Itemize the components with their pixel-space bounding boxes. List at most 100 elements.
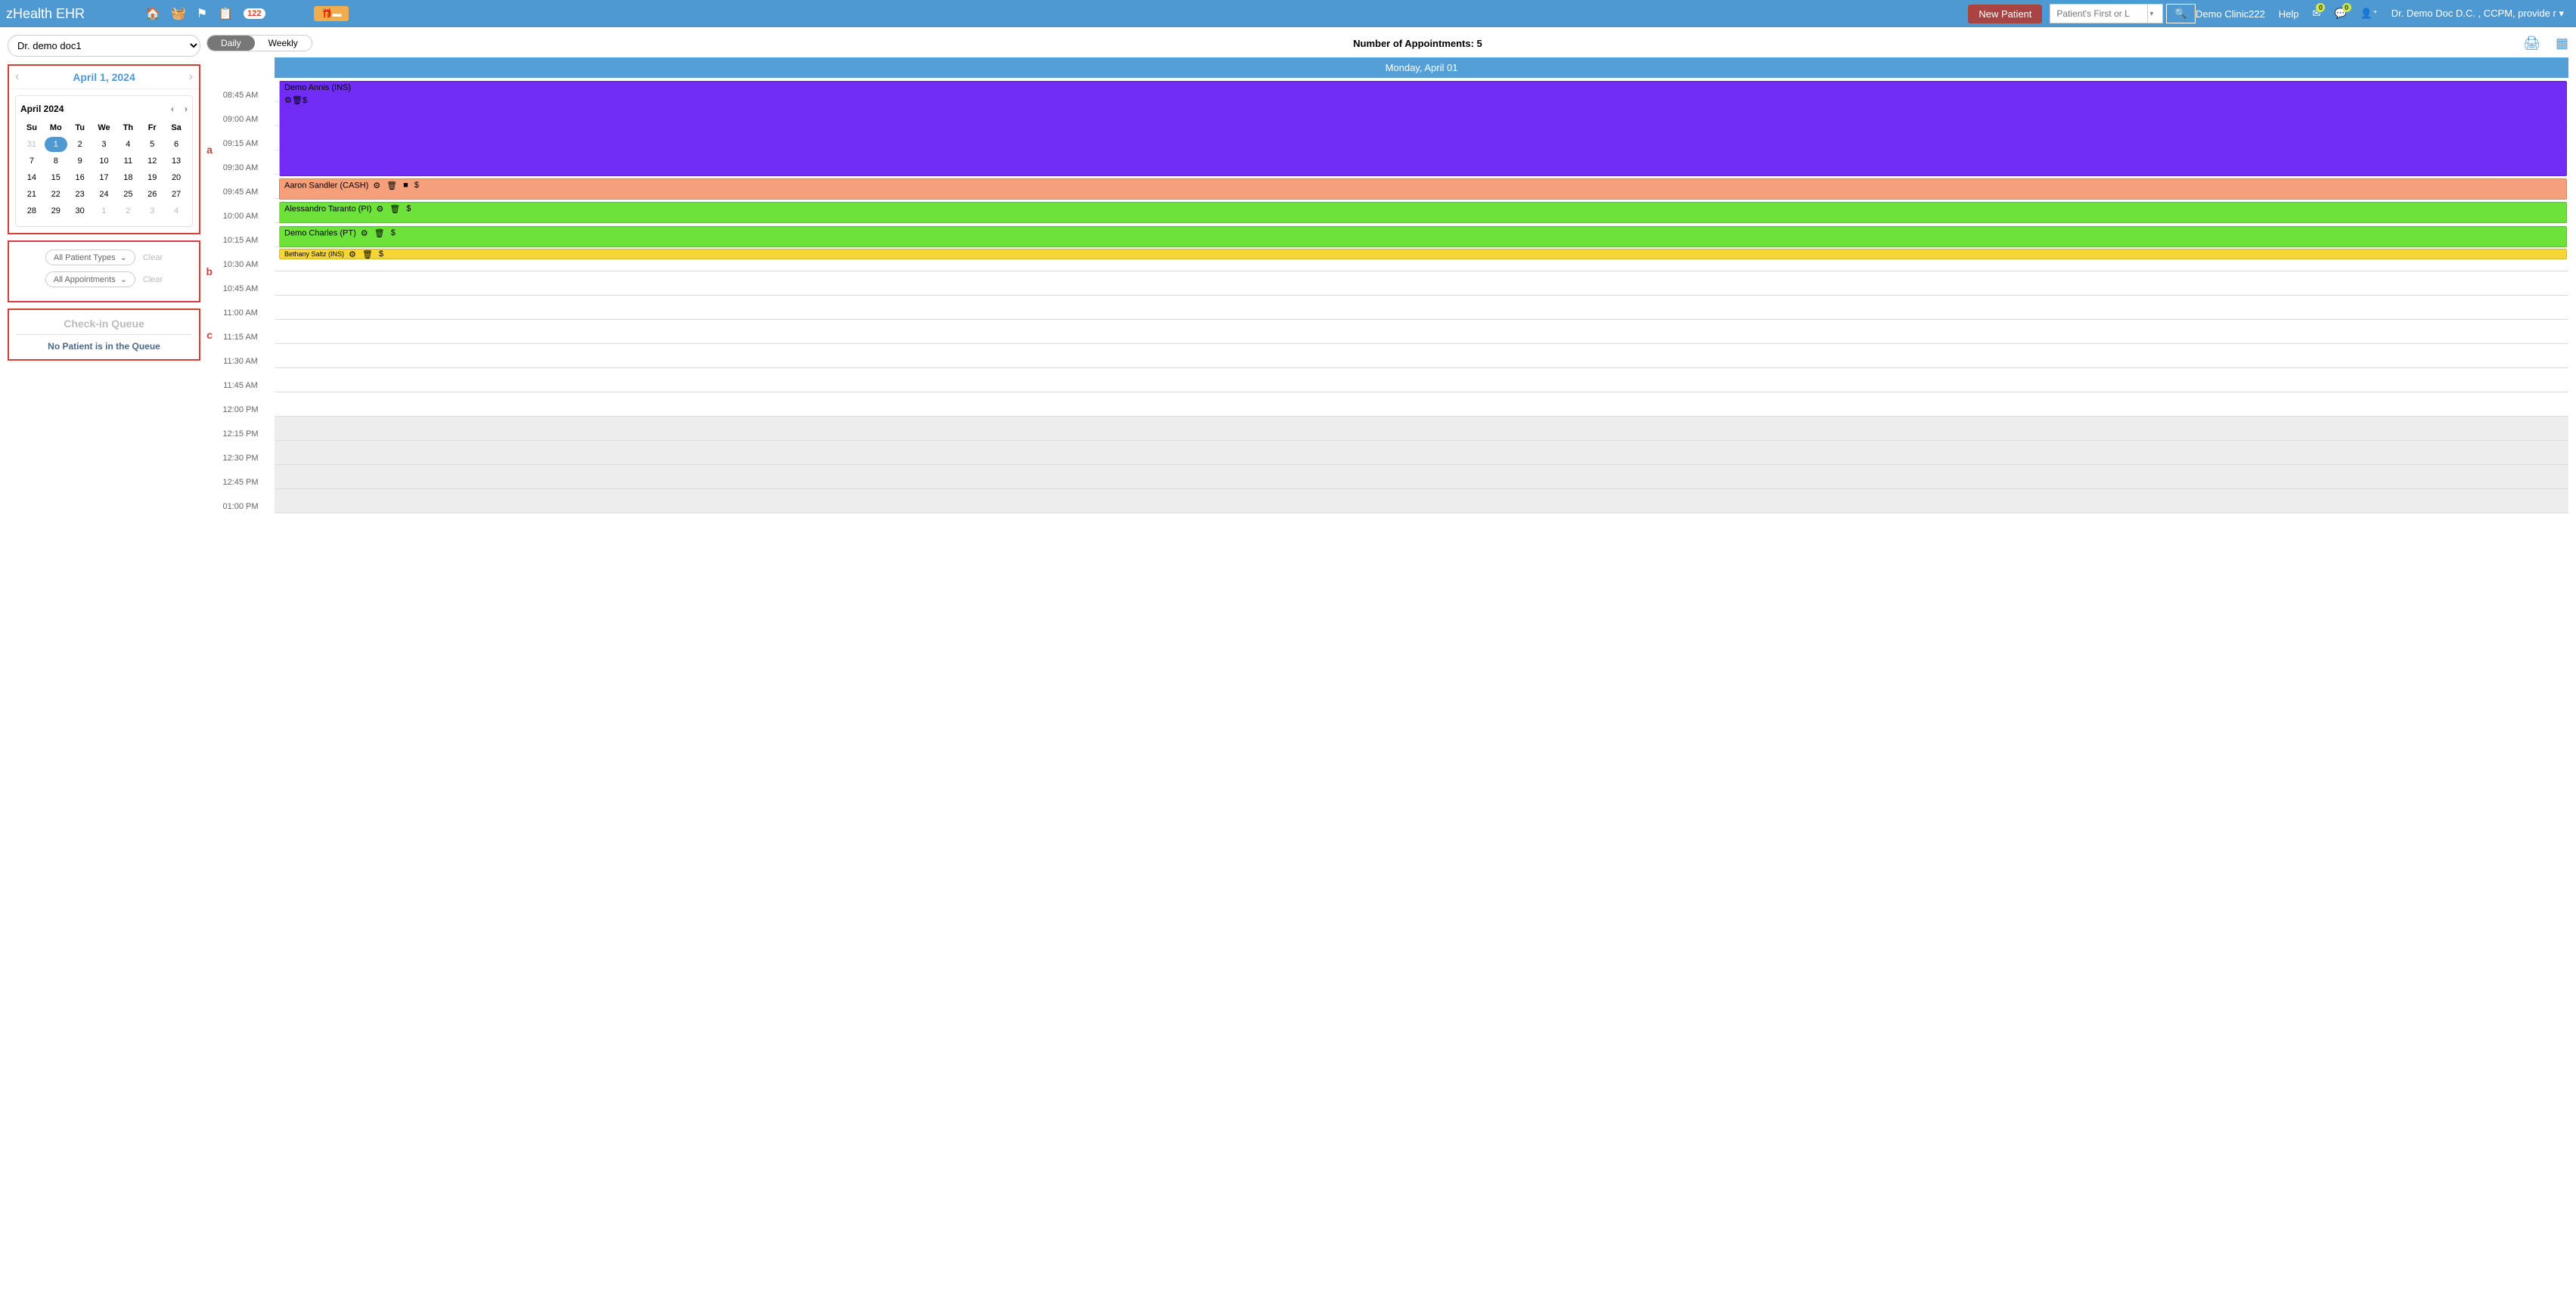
cal-day[interactable]: 3 xyxy=(141,203,163,218)
next-day-icon[interactable]: › xyxy=(189,70,193,84)
trash-icon[interactable]: 🗑 xyxy=(386,181,397,191)
patient-search-input[interactable] xyxy=(2050,4,2148,23)
gear-icon[interactable]: ⚙ xyxy=(361,228,368,238)
add-user-icon[interactable]: 👤⁺ xyxy=(2360,8,2378,20)
cal-day[interactable]: 4 xyxy=(165,203,188,218)
grid-line[interactable] xyxy=(275,465,2568,489)
cal-day[interactable]: 20 xyxy=(165,170,188,185)
cal-day[interactable]: 14 xyxy=(20,170,43,185)
gear-icon[interactable]: ⚙ xyxy=(373,181,380,191)
cal-day[interactable]: 16 xyxy=(69,170,92,185)
cal-day[interactable]: 2 xyxy=(116,203,139,218)
doctor-select[interactable]: Dr. demo doc1 xyxy=(8,35,200,57)
cal-day[interactable]: 24 xyxy=(93,187,116,202)
grid-line[interactable] xyxy=(275,271,2568,296)
cal-dow: We xyxy=(93,120,116,135)
cal-day[interactable]: 19 xyxy=(141,170,163,185)
clear-appointment[interactable]: Clear xyxy=(143,275,163,284)
grid-line[interactable] xyxy=(275,320,2568,344)
dollar-icon[interactable]: $ xyxy=(406,204,411,214)
new-patient-button[interactable]: New Patient xyxy=(1968,5,2042,23)
appointment-block[interactable]: Demo Annis (INS) ⚙🗑$ xyxy=(279,81,2567,176)
daily-toggle[interactable]: Daily xyxy=(207,36,255,51)
cal-day[interactable]: 25 xyxy=(116,187,139,202)
help-link[interactable]: Help xyxy=(2279,8,2299,20)
grid-line[interactable] xyxy=(275,417,2568,441)
calendar-month-label: April 2024 xyxy=(20,104,64,114)
cal-day[interactable]: 29 xyxy=(45,203,67,218)
print-icon[interactable]: 🖨 xyxy=(2523,36,2540,51)
cal-day[interactable]: 10 xyxy=(93,153,116,169)
dollar-icon[interactable]: $ xyxy=(379,249,383,259)
appointment-block[interactable]: Demo Charles (PT)⚙🗑$ xyxy=(279,226,2567,247)
basket-icon[interactable]: 🧺 xyxy=(171,6,186,21)
cal-day[interactable]: 11 xyxy=(116,153,139,169)
chat-icon[interactable]: 💬0 xyxy=(2334,8,2346,20)
cal-day[interactable]: 18 xyxy=(116,170,139,185)
cal-day[interactable]: 28 xyxy=(20,203,43,218)
grid-line[interactable] xyxy=(275,392,2568,417)
cal-day[interactable]: 17 xyxy=(93,170,116,185)
dollar-icon[interactable]: $ xyxy=(303,96,307,105)
grid-line[interactable] xyxy=(275,441,2568,465)
appointment-block[interactable]: Aaron Sandler (CASH)⚙🗑■$ xyxy=(279,178,2567,200)
grid-line[interactable] xyxy=(275,368,2568,392)
cal-day[interactable]: 2 xyxy=(69,137,92,152)
cal-day[interactable]: 7 xyxy=(20,153,43,169)
cal-day[interactable]: 1 xyxy=(93,203,116,218)
cal-day[interactable]: 8 xyxy=(45,153,67,169)
gift-button[interactable]: 🎁▬ xyxy=(314,6,349,21)
mail-icon[interactable]: ✉0 xyxy=(2313,8,2321,20)
grid-line[interactable] xyxy=(275,296,2568,320)
prev-day-icon[interactable]: ‹ xyxy=(15,70,19,84)
cal-day[interactable]: 22 xyxy=(45,187,67,202)
grid-view-icon[interactable]: ▦ xyxy=(2556,36,2568,51)
video-icon[interactable]: ■ xyxy=(403,181,408,191)
clipboard-icon[interactable]: 📋 xyxy=(218,6,233,21)
cal-day[interactable]: 21 xyxy=(20,187,43,202)
cal-day[interactable]: 3 xyxy=(93,137,116,152)
gear-icon[interactable]: ⚙ xyxy=(284,96,292,105)
flag-icon[interactable]: ⚑ xyxy=(197,6,207,21)
dollar-icon[interactable]: $ xyxy=(391,228,396,238)
appointment-block[interactable]: Alessandro Taranto (PI)⚙🗑$ xyxy=(279,202,2567,223)
notification-badge[interactable]: 122 xyxy=(244,8,265,19)
trash-icon[interactable]: 🗑 xyxy=(292,96,303,105)
cal-day[interactable]: 12 xyxy=(141,153,163,169)
cal-day[interactable]: 6 xyxy=(165,137,188,152)
appointment-block[interactable]: Bethany Saltz (INS) ⚙ 🗑 $ xyxy=(279,249,2567,259)
appointment-filter[interactable]: All Appointments⌄ xyxy=(45,271,135,287)
cal-day[interactable]: 9 xyxy=(69,153,92,169)
trash-icon[interactable]: 🗑 xyxy=(362,249,373,259)
user-menu[interactable]: Dr. Demo Doc D.C. , CCPM, provide r ▾ xyxy=(2391,8,2564,20)
grid-line[interactable] xyxy=(275,489,2568,513)
schedule-grid[interactable]: Demo Annis (INS)⚙🗑$Aaron Sandler (CASH)⚙… xyxy=(275,78,2568,550)
cal-day[interactable]: 5 xyxy=(141,137,163,152)
gear-icon[interactable]: ⚙ xyxy=(349,249,356,259)
cal-day[interactable]: 4 xyxy=(116,137,139,152)
cal-day[interactable]: 13 xyxy=(165,153,188,169)
search-button[interactable]: 🔍 xyxy=(2166,4,2196,23)
cal-day[interactable]: 27 xyxy=(165,187,188,202)
appointment-title: Demo Annis (INS) xyxy=(284,83,351,92)
appointment-title: Bethany Saltz (INS) xyxy=(284,250,344,258)
home-icon[interactable]: 🏠 xyxy=(145,6,160,21)
grid-line[interactable] xyxy=(275,344,2568,368)
cal-day[interactable]: 26 xyxy=(141,187,163,202)
cal-day[interactable]: 30 xyxy=(69,203,92,218)
cal-day[interactable]: 1 xyxy=(45,137,67,152)
clear-patient-type[interactable]: Clear xyxy=(143,253,163,262)
cal-day[interactable]: 15 xyxy=(45,170,67,185)
gear-icon[interactable]: ⚙ xyxy=(376,204,383,214)
patient-type-filter[interactable]: All Patient Types⌄ xyxy=(45,249,135,265)
cal-prev-icon[interactable]: ‹ xyxy=(171,104,174,114)
cal-day[interactable]: 23 xyxy=(69,187,92,202)
trash-icon[interactable]: 🗑 xyxy=(374,228,385,238)
trash-icon[interactable]: 🗑 xyxy=(390,204,400,214)
dollar-icon[interactable]: $ xyxy=(414,181,419,191)
weekly-toggle[interactable]: Weekly xyxy=(255,36,312,51)
cal-day[interactable]: 31 xyxy=(20,137,43,152)
cal-next-icon[interactable]: › xyxy=(185,104,188,114)
search-dropdown-icon[interactable] xyxy=(2148,4,2163,23)
clinic-name[interactable]: Demo Clinic222 xyxy=(2196,8,2265,20)
